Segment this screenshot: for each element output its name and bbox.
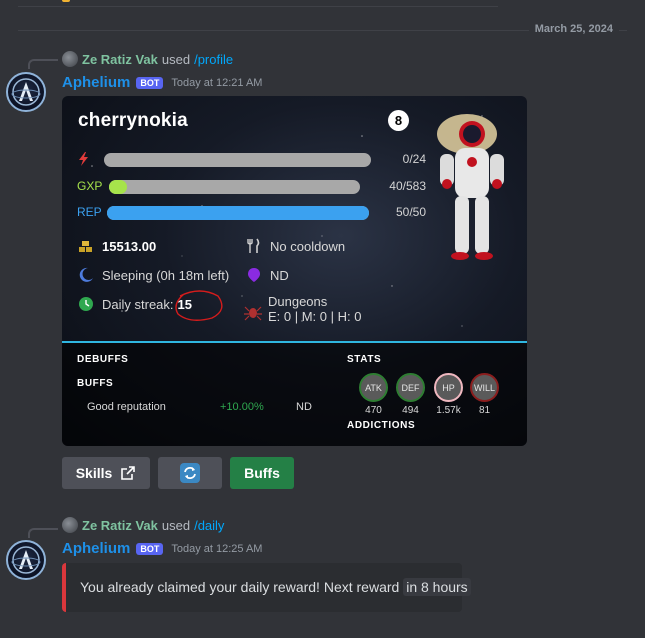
aphelium-logo-icon <box>11 78 41 106</box>
external-link-icon <box>121 466 136 480</box>
stat-def: DEF 494 <box>396 373 425 416</box>
previous-message-remnant <box>0 0 645 12</box>
hand-drawn-circle <box>175 290 223 321</box>
rep-fill <box>107 206 369 220</box>
avatar[interactable] <box>6 540 46 580</box>
astronaut-illustration <box>437 114 504 260</box>
dungeons-detail: E: 0 | M: 0 | H: 0 <box>268 309 362 324</box>
profile-username: cherrynokia <box>78 110 188 131</box>
emoji-fragment-icon <box>62 0 70 2</box>
aphelium-logo-icon <box>11 546 41 574</box>
skills-button-label: Skills <box>75 465 113 481</box>
message-timestamp[interactable]: Today at 12:21 AM <box>171 77 262 89</box>
reply-command[interactable]: /daily <box>194 518 224 533</box>
refresh-icon <box>180 463 200 483</box>
gold-bars-icon <box>79 241 92 252</box>
stat-will-circle: WILL <box>470 373 499 402</box>
message-header: Aphelium BOT Today at 12:21 AM <box>62 74 262 91</box>
daily-next-time: in 8 hours <box>403 578 471 596</box>
cooldown-text: No cooldown <box>270 238 346 254</box>
buff-name: Good reputation <box>87 401 166 413</box>
stat-def-value: 494 <box>402 405 419 416</box>
sleep-status: Sleeping (0h 18m left) <box>102 267 230 283</box>
rep-label: REP <box>77 205 102 219</box>
reply-username[interactable]: Ze Ratiz Vak <box>82 52 158 67</box>
reply-used-text: used <box>161 517 191 533</box>
moon-icon <box>79 267 93 282</box>
reply-avatar[interactable] <box>62 51 78 67</box>
gxp-value: 40/583 <box>389 179 426 193</box>
debuffs-title: DEBUFFS <box>77 354 129 365</box>
buffs-title: BUFFS <box>77 378 114 389</box>
message-header: Aphelium BOT Today at 12:25 AM <box>62 540 262 557</box>
rep-track <box>107 206 369 220</box>
stats-title: STATS <box>347 354 382 365</box>
rep-value: 50/50 <box>395 205 426 219</box>
gold-amount: 15513.00 <box>102 238 157 254</box>
dungeons-title: Dungeons <box>268 294 328 309</box>
sleep-row: Sleeping (0h 18m left) <box>78 267 229 283</box>
level-badge: 8 <box>388 110 409 131</box>
divider-line <box>18 6 498 7</box>
reply-avatar[interactable] <box>62 517 78 533</box>
stat-hp-value: 1.57k <box>436 405 461 416</box>
reply-context[interactable]: Ze Ratiz Vak used /profile <box>62 51 233 67</box>
lightning-icon <box>79 152 88 166</box>
gxp-fill <box>109 180 127 194</box>
reply-command[interactable]: /profile <box>194 52 233 67</box>
location-pin-icon <box>248 268 260 282</box>
stat-hp-circle: HP <box>434 373 463 402</box>
stat-def-circle: DEF <box>396 373 425 402</box>
stat-atk-circle: ATK <box>359 373 388 402</box>
stat-hp: HP 1.57k <box>434 373 463 416</box>
reply-username[interactable]: Ze Ratiz Vak <box>82 518 158 533</box>
stat-will: WILL 81 <box>470 373 499 416</box>
daily-notice-text: You already claimed your daily reward! N… <box>80 578 471 596</box>
skills-button[interactable]: Skills <box>62 457 150 489</box>
rep-bar: REP 50/50 <box>76 202 426 222</box>
gxp-bar: GXP 40/583 <box>76 176 426 196</box>
refresh-button[interactable] <box>158 457 222 489</box>
clock-icon <box>79 297 93 311</box>
energy-track <box>104 153 371 167</box>
daily-notice-embed: You already claimed your daily reward! N… <box>62 563 471 612</box>
addictions-title: ADDICTIONS <box>347 420 416 431</box>
author-name[interactable]: Aphelium <box>62 74 130 91</box>
stat-will-value: 81 <box>478 405 491 416</box>
location-row: ND <box>246 267 289 283</box>
daily-message: You already claimed your daily reward! N… <box>80 579 400 595</box>
date-divider: March 25, 2024 <box>0 22 645 38</box>
stat-atk-value: 470 <box>365 405 382 416</box>
streak-label: Daily streak: <box>102 296 174 312</box>
buffs-button-label: Buffs <box>244 465 280 481</box>
date-divider-label: March 25, 2024 <box>528 23 619 35</box>
buff-percent: +10.00% <box>220 401 264 413</box>
fork-knife-icon <box>247 238 260 253</box>
bot-badge: BOT <box>136 542 164 555</box>
buff-duration: ND <box>296 401 312 413</box>
location-text: ND <box>270 267 289 283</box>
reply-context[interactable]: Ze Ratiz Vak used /daily <box>62 517 224 533</box>
buffs-button[interactable]: Buffs <box>230 457 294 489</box>
spider-icon <box>244 306 262 321</box>
dungeons-block: Dungeons E: 0 | M: 0 | H: 0 <box>244 294 384 326</box>
energy-bar: 0/24 <box>76 149 426 169</box>
gxp-label: GXP <box>77 179 103 193</box>
stat-atk: ATK 470 <box>359 373 388 416</box>
cooldown-row: No cooldown <box>246 238 345 254</box>
gold-row: 15513.00 <box>78 238 156 254</box>
bot-badge: BOT <box>136 76 164 89</box>
avatar[interactable] <box>6 72 46 112</box>
reply-used-text: used <box>161 51 191 67</box>
gxp-track <box>109 180 360 194</box>
profile-card: cherrynokia 8 0/24 GXP 40/583 REP 50/50 <box>62 96 527 446</box>
reply-connector <box>28 528 58 538</box>
author-name[interactable]: Aphelium <box>62 540 130 557</box>
reply-connector <box>28 59 58 69</box>
energy-value: 0/24 <box>402 152 426 166</box>
message-timestamp[interactable]: Today at 12:25 AM <box>171 543 262 555</box>
